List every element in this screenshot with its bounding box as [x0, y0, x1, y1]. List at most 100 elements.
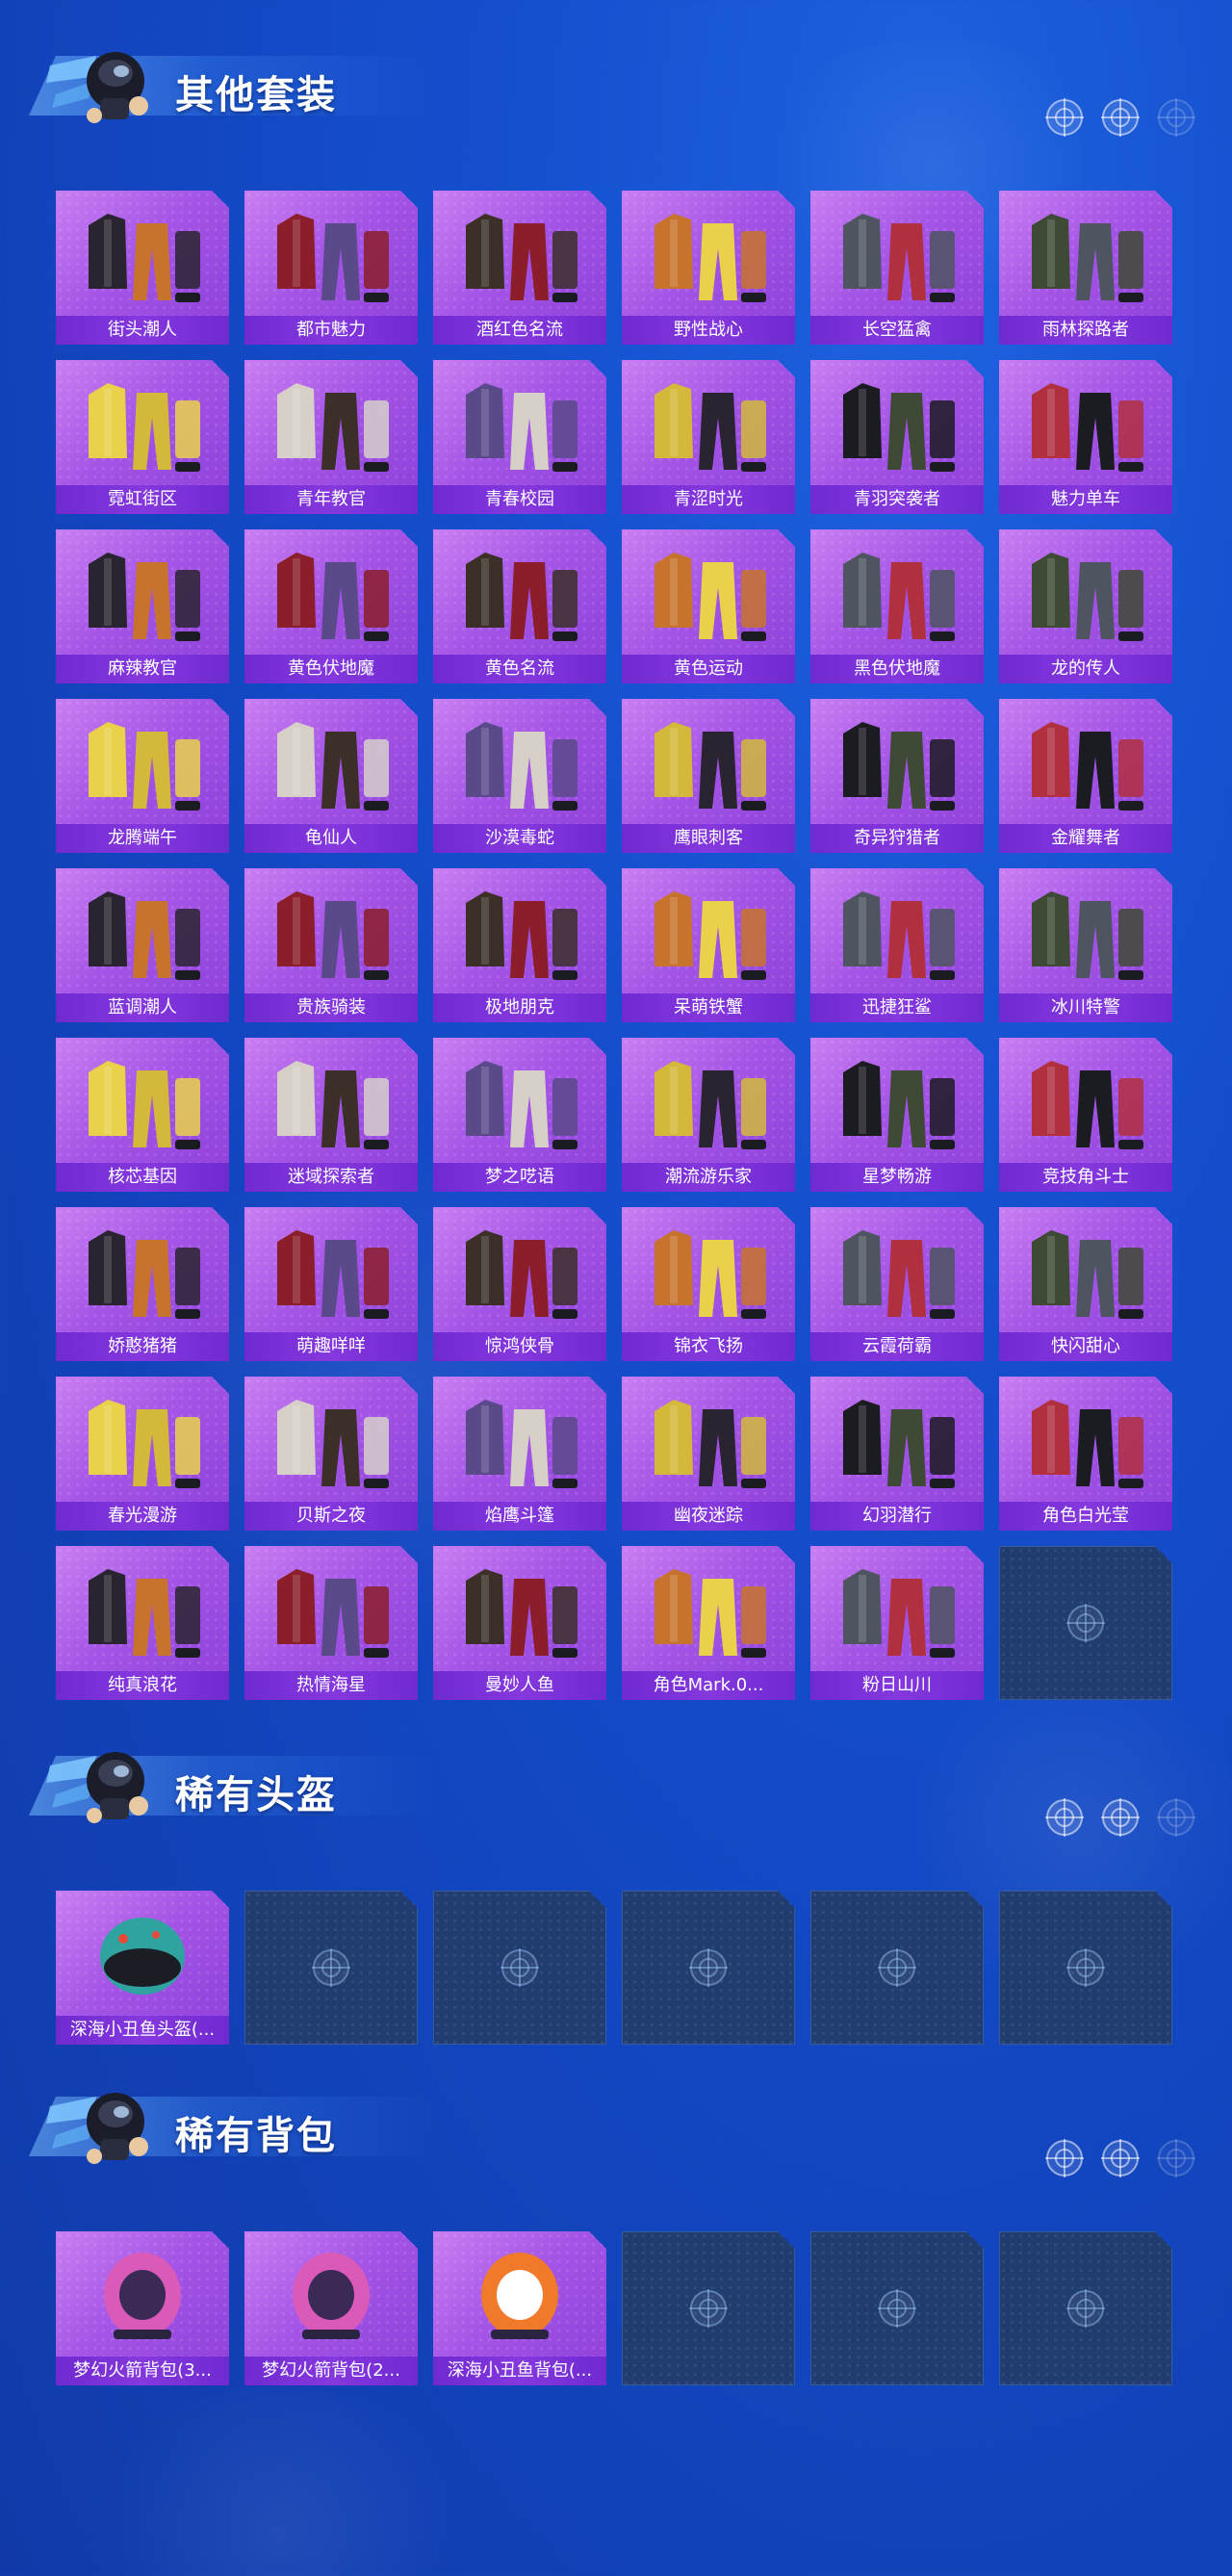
- item-card[interactable]: 都市魅力: [244, 191, 418, 345]
- item-card[interactable]: 呆萌铁蟹: [622, 868, 795, 1022]
- item-card[interactable]: 热情海星: [244, 1546, 418, 1700]
- outfit-icon: [277, 214, 389, 302]
- item-card[interactable]: 金耀舞者: [999, 699, 1172, 853]
- header-icons: [1043, 2137, 1197, 2179]
- outfit-icon: [89, 1569, 200, 1658]
- item-card[interactable]: 黑色伏地魔: [810, 529, 984, 683]
- item-card[interactable]: 青羽突袭者: [810, 360, 984, 514]
- item-card[interactable]: 街头潮人: [56, 191, 229, 345]
- item-card[interactable]: 青年教官: [244, 360, 418, 514]
- item-card[interactable]: 迷域探索者: [244, 1038, 418, 1192]
- outfit-icon: [1032, 1400, 1143, 1488]
- crosshair-icon: [1045, 1798, 1084, 1837]
- item-label: 角色白光莹: [999, 1502, 1172, 1531]
- outfit-icon: [277, 383, 389, 472]
- item-card[interactable]: 惊鸿侠骨: [433, 1207, 606, 1361]
- crosshair-icon: [1066, 2289, 1105, 2328]
- item-label: 黄色伏地魔: [244, 655, 418, 683]
- item-label: 潮流游乐家: [622, 1163, 795, 1192]
- item-card[interactable]: 快闪甜心: [999, 1207, 1172, 1361]
- item-label: 贵族骑装: [244, 993, 418, 1022]
- item-card[interactable]: 龙的传人: [999, 529, 1172, 683]
- item-card[interactable]: 梦之呓语: [433, 1038, 606, 1192]
- item-card[interactable]: 角色Mark.0...: [622, 1546, 795, 1700]
- item-card[interactable]: 龟仙人: [244, 699, 418, 853]
- item-label: 云霞荷霸: [810, 1332, 984, 1361]
- item-label: 迅捷狂鲨: [810, 993, 984, 1022]
- item-label: 麻辣教官: [56, 655, 229, 683]
- outfit-icon: [843, 891, 955, 980]
- item-card[interactable]: 极地朋克: [433, 868, 606, 1022]
- item-card[interactable]: 竞技角斗士: [999, 1038, 1172, 1192]
- header-icons: [1043, 1796, 1197, 1839]
- item-card[interactable]: 黄色名流: [433, 529, 606, 683]
- item-card[interactable]: 曼妙人鱼: [433, 1546, 606, 1700]
- crosshair-icon: [1045, 2139, 1084, 2177]
- item-card[interactable]: 星梦畅游: [810, 1038, 984, 1192]
- item-card[interactable]: 青春校园: [433, 360, 606, 514]
- item-card[interactable]: 雨林探路者: [999, 191, 1172, 345]
- outfit-icon: [277, 722, 389, 811]
- outfit-icon: [654, 214, 766, 302]
- item-label: 霓虹街区: [56, 485, 229, 514]
- item-card[interactable]: 麻辣教官: [56, 529, 229, 683]
- item-card[interactable]: 云霞荷霸: [810, 1207, 984, 1361]
- item-label: 雨林探路者: [999, 316, 1172, 345]
- item-card[interactable]: 蓝调潮人: [56, 868, 229, 1022]
- item-label: 幻羽潜行: [810, 1502, 984, 1531]
- item-label: 酒红色名流: [433, 316, 606, 345]
- item-card[interactable]: 贝斯之夜: [244, 1377, 418, 1531]
- item-label: 幽夜迷踪: [622, 1502, 795, 1531]
- item-card[interactable]: 幽夜迷踪: [622, 1377, 795, 1531]
- item-card[interactable]: 萌趣咩咩: [244, 1207, 418, 1361]
- outfit-icon: [1032, 383, 1143, 472]
- item-label: 金耀舞者: [999, 824, 1172, 853]
- outfit-icon: [277, 1400, 389, 1488]
- item-label: 惊鸿侠骨: [433, 1332, 606, 1361]
- item-label: 都市魅力: [244, 316, 418, 345]
- outfit-icon: [654, 1230, 766, 1319]
- item-card[interactable]: 迅捷狂鲨: [810, 868, 984, 1022]
- empty-slot: [999, 1891, 1172, 2045]
- item-card[interactable]: 深海小丑鱼头盔(...: [56, 1891, 229, 2045]
- crosshair-icon: [689, 2289, 728, 2328]
- item-card[interactable]: 幻羽潜行: [810, 1377, 984, 1531]
- item-card[interactable]: 纯真浪花: [56, 1546, 229, 1700]
- item-card[interactable]: 潮流游乐家: [622, 1038, 795, 1192]
- helmet-icon: [100, 1918, 185, 1995]
- item-card[interactable]: 春光漫游: [56, 1377, 229, 1531]
- item-card[interactable]: 深海小丑鱼背包(...: [433, 2231, 606, 2385]
- outfit-icon: [466, 1400, 578, 1488]
- item-card[interactable]: 粉日山川: [810, 1546, 984, 1700]
- item-card[interactable]: 核芯基因: [56, 1038, 229, 1192]
- item-card[interactable]: 焰鹰斗篷: [433, 1377, 606, 1531]
- crosshair-icon: [878, 1948, 916, 1987]
- item-card[interactable]: 长空猛禽: [810, 191, 984, 345]
- empty-slot: [244, 1891, 418, 2045]
- item-label: 竞技角斗士: [999, 1163, 1172, 1192]
- item-label: 热情海星: [244, 1671, 418, 1700]
- item-card[interactable]: 娇憨猪猪: [56, 1207, 229, 1361]
- item-card[interactable]: 黄色伏地魔: [244, 529, 418, 683]
- item-card[interactable]: 酒红色名流: [433, 191, 606, 345]
- item-card[interactable]: 龙腾端午: [56, 699, 229, 853]
- item-card[interactable]: 奇异狩猎者: [810, 699, 984, 853]
- item-card[interactable]: 霓虹街区: [56, 360, 229, 514]
- item-label: 锦衣飞扬: [622, 1332, 795, 1361]
- item-card[interactable]: 沙漠毒蛇: [433, 699, 606, 853]
- item-label: 梦幻火箭背包(2...: [244, 2357, 418, 2385]
- item-card[interactable]: 冰川特警: [999, 868, 1172, 1022]
- crosshair-icon: [1101, 98, 1140, 137]
- item-card[interactable]: 贵族骑装: [244, 868, 418, 1022]
- item-card[interactable]: 野性战心: [622, 191, 795, 345]
- item-card[interactable]: 鹰眼刺客: [622, 699, 795, 853]
- item-card[interactable]: 梦幻火箭背包(3...: [56, 2231, 229, 2385]
- outfit-icon: [277, 1569, 389, 1658]
- item-card[interactable]: 锦衣飞扬: [622, 1207, 795, 1361]
- item-card[interactable]: 黄色运动: [622, 529, 795, 683]
- item-card[interactable]: 魅力单车: [999, 360, 1172, 514]
- item-card[interactable]: 梦幻火箭背包(2...: [244, 2231, 418, 2385]
- outfit-icon: [843, 383, 955, 472]
- item-card[interactable]: 角色白光莹: [999, 1377, 1172, 1531]
- item-card[interactable]: 青涩时光: [622, 360, 795, 514]
